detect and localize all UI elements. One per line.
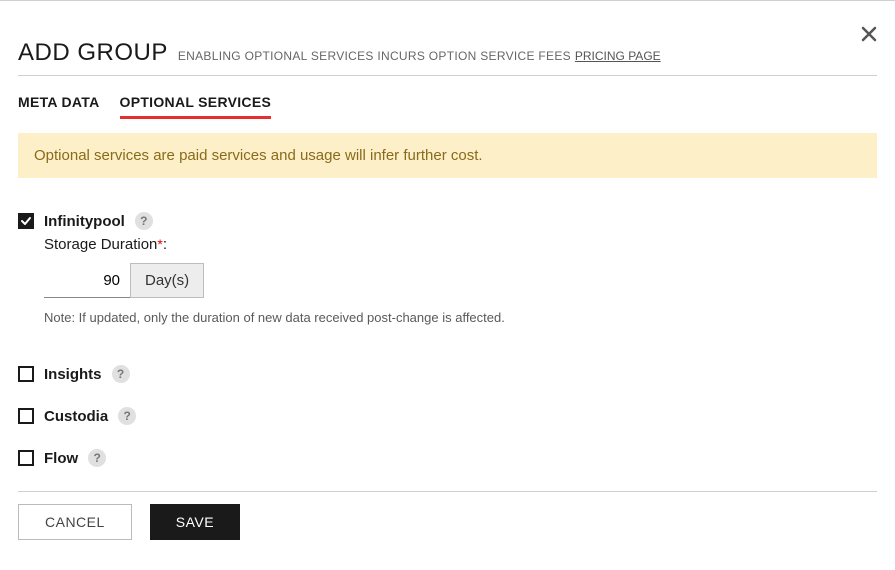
- page-subtitle: ENABLING OPTIONAL SERVICES INCURS OPTION…: [178, 49, 571, 63]
- warning-banner: Optional services are paid services and …: [18, 133, 877, 178]
- help-icon[interactable]: ?: [88, 449, 106, 467]
- footer-actions: CANCEL SAVE: [18, 504, 877, 558]
- help-icon[interactable]: ?: [118, 407, 136, 425]
- save-button[interactable]: SAVE: [150, 504, 240, 540]
- label-flow: Flow: [44, 450, 78, 467]
- page-title: ADD GROUP: [18, 39, 168, 67]
- checkbox-insights[interactable]: [18, 366, 34, 382]
- tab-optional-services[interactable]: OPTIONAL SERVICES: [120, 94, 272, 119]
- storage-duration-label: Storage Duration: [44, 236, 157, 253]
- service-flow: Flow ?: [18, 449, 877, 467]
- help-icon[interactable]: ?: [135, 212, 153, 230]
- service-insights: Insights ?: [18, 365, 877, 383]
- close-icon[interactable]: [861, 23, 877, 47]
- tab-meta-data[interactable]: META DATA: [18, 94, 100, 119]
- help-icon[interactable]: ?: [112, 365, 130, 383]
- label-insights: Insights: [44, 366, 102, 383]
- cancel-button[interactable]: CANCEL: [18, 504, 132, 540]
- header-divider: [18, 75, 877, 76]
- storage-duration-input[interactable]: [44, 263, 130, 298]
- storage-duration-note: Note: If updated, only the duration of n…: [44, 310, 877, 325]
- checkbox-infinitypool[interactable]: [18, 213, 34, 229]
- service-infinitypool: Infinitypool ? Storage Duration*: Day(s)…: [18, 212, 877, 325]
- pricing-page-link[interactable]: PRICING PAGE: [575, 49, 661, 63]
- label-custodia: Custodia: [44, 408, 108, 425]
- label-infinitypool: Infinitypool: [44, 213, 125, 230]
- tab-bar: META DATA OPTIONAL SERVICES: [18, 94, 877, 119]
- service-custodia: Custodia ?: [18, 407, 877, 425]
- checkbox-flow[interactable]: [18, 450, 34, 466]
- checkbox-custodia[interactable]: [18, 408, 34, 424]
- footer-divider: [18, 491, 877, 492]
- storage-duration-unit: Day(s): [130, 263, 204, 298]
